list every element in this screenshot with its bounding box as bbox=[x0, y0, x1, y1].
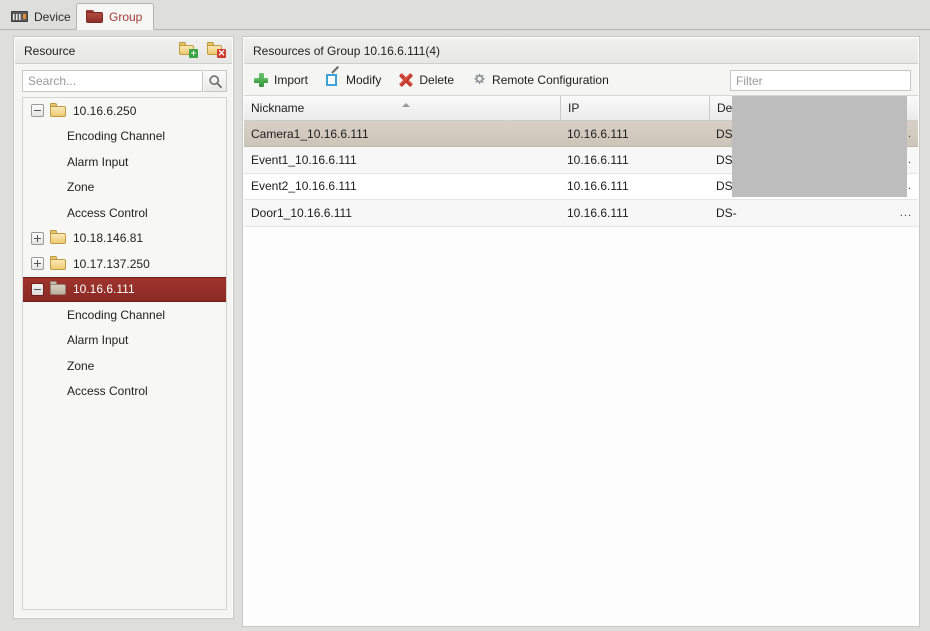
expand-icon[interactable] bbox=[31, 257, 44, 271]
tree-node[interactable]: Encoding Channel bbox=[23, 124, 226, 150]
tree-node[interactable]: Access Control bbox=[23, 200, 226, 226]
tree-node-label: Alarm Input bbox=[67, 154, 129, 169]
tab-group-label: Group bbox=[109, 9, 143, 24]
table-cell-ip: 10.16.6.111 bbox=[567, 205, 629, 220]
tree-node[interactable]: Zone bbox=[23, 353, 226, 379]
folder-icon bbox=[50, 102, 66, 117]
x-red-icon bbox=[399, 73, 413, 87]
column-header-ip[interactable]: IP bbox=[560, 96, 709, 120]
plus-green-icon bbox=[254, 72, 268, 87]
tree-node-label: Access Control bbox=[67, 384, 148, 399]
tree-node-label: 10.18.146.81 bbox=[73, 231, 144, 246]
column-header-nickname-label: Nickname bbox=[251, 101, 305, 115]
resources-panel-header: Resources of Group 10.16.6.111(4) bbox=[244, 38, 918, 64]
tree-node-label: Zone bbox=[67, 358, 95, 373]
resources-panel: Resources of Group 10.16.6.111(4) Import… bbox=[242, 36, 920, 627]
collapse-icon[interactable] bbox=[31, 104, 44, 118]
resource-panel-actions: + ✕ bbox=[179, 37, 226, 63]
device-icon bbox=[11, 11, 28, 22]
tree-node-label: Zone bbox=[67, 180, 95, 195]
tree-node[interactable]: 10.18.146.81 bbox=[23, 226, 226, 252]
remote-configuration-button[interactable]: Remote Configuration bbox=[472, 73, 609, 87]
delete-badge: ✕ bbox=[217, 48, 226, 58]
delete-button[interactable]: Delete bbox=[399, 73, 454, 87]
table-cell-nickname: Event1_10.16.6.111 bbox=[251, 153, 357, 168]
tree-node-label: 10.17.137.250 bbox=[73, 256, 150, 271]
tab-strip: Device Group bbox=[0, 0, 930, 30]
application-window: Device Group Resource + ✕ Search... 10.1… bbox=[0, 0, 930, 631]
expand-icon[interactable] bbox=[31, 231, 44, 245]
table-cell-nickname: Event2_10.16.6.111 bbox=[251, 179, 357, 194]
tree-node[interactable]: Zone bbox=[23, 175, 226, 201]
table-cell-ip: 10.16.6.111 bbox=[567, 153, 629, 168]
tree-node[interactable]: Alarm Input bbox=[23, 149, 226, 175]
collapse-icon[interactable] bbox=[31, 282, 44, 296]
tree-node-label: Access Control bbox=[67, 205, 148, 220]
gear-icon bbox=[472, 73, 486, 87]
resources-panel-title: Resources of Group 10.16.6.111(4) bbox=[253, 43, 440, 58]
resources-toolbar: Import Modify Delete Remote Configuratio… bbox=[244, 64, 918, 96]
tree-node-label: 10.16.6.250 bbox=[73, 103, 137, 118]
redaction-overlay bbox=[732, 96, 907, 197]
folder-icon bbox=[50, 281, 66, 296]
resource-panel-title: Resource bbox=[24, 43, 76, 58]
tree-node[interactable]: Access Control bbox=[23, 379, 226, 405]
filter-input[interactable] bbox=[730, 70, 911, 91]
table-cell-overflow-ellipsis: ... bbox=[899, 206, 912, 219]
import-button[interactable]: Import bbox=[254, 72, 309, 87]
column-header-nickname[interactable]: Nickname bbox=[244, 96, 560, 120]
add-badge: + bbox=[189, 48, 198, 58]
tree-node[interactable]: Alarm Input bbox=[23, 328, 226, 354]
search-input[interactable] bbox=[22, 70, 203, 92]
folder-add-icon[interactable]: + bbox=[179, 42, 198, 58]
search-button[interactable] bbox=[204, 70, 227, 92]
resource-panel: Resource + ✕ 10.16.6.250Enc bbox=[13, 36, 234, 619]
table-cell-nickname: Door1_10.16.6.111 bbox=[251, 205, 352, 220]
modify-button[interactable]: Modify bbox=[326, 73, 381, 87]
tree-node-label: Alarm Input bbox=[67, 333, 129, 348]
tree-node-label: Encoding Channel bbox=[67, 307, 166, 322]
folder-red-icon bbox=[86, 10, 103, 23]
import-button-label: Import bbox=[274, 72, 309, 87]
folder-icon bbox=[50, 230, 66, 245]
tree-node[interactable]: 10.17.137.250 bbox=[23, 251, 226, 277]
search-icon bbox=[209, 75, 222, 89]
table-cell-nickname: Camera1_10.16.6.111 bbox=[251, 126, 369, 141]
tab-device-label: Device bbox=[34, 9, 71, 24]
modify-button-label: Modify bbox=[346, 72, 382, 87]
column-header-ip-label: IP bbox=[568, 101, 580, 115]
tree-node[interactable]: Encoding Channel bbox=[23, 302, 226, 328]
table-cell-serial: DS- bbox=[716, 205, 737, 220]
remote-configuration-button-label: Remote Configuration bbox=[492, 72, 609, 87]
delete-button-label: Delete bbox=[419, 72, 455, 87]
table-cell-ip: 10.16.6.111 bbox=[567, 179, 629, 194]
resources-table: Nickname IP Device Serial No. Camera1_10… bbox=[244, 96, 918, 625]
tab-group[interactable]: Group bbox=[76, 3, 155, 30]
edit-document-icon bbox=[326, 73, 340, 87]
tree-node[interactable]: 10.16.6.111 bbox=[23, 276, 226, 302]
sort-ascending-icon bbox=[402, 103, 410, 107]
tree-node[interactable]: 10.16.6.250 bbox=[23, 98, 226, 124]
folder-delete-icon[interactable]: ✕ bbox=[207, 42, 226, 58]
tree-node-label: 10.16.6.111 bbox=[73, 282, 135, 297]
folder-icon bbox=[50, 255, 66, 270]
tree-node-label: Encoding Channel bbox=[67, 129, 166, 144]
tab-device[interactable]: Device bbox=[2, 3, 82, 30]
table-row[interactable]: Door1_10.16.6.111 10.16.6.111 DS-... bbox=[244, 200, 918, 227]
resource-tree[interactable]: 10.16.6.250 Encoding Channel Alarm Input Zo… bbox=[22, 97, 227, 610]
table-cell-ip: 10.16.6.111 bbox=[567, 126, 629, 141]
search-row bbox=[22, 70, 227, 92]
